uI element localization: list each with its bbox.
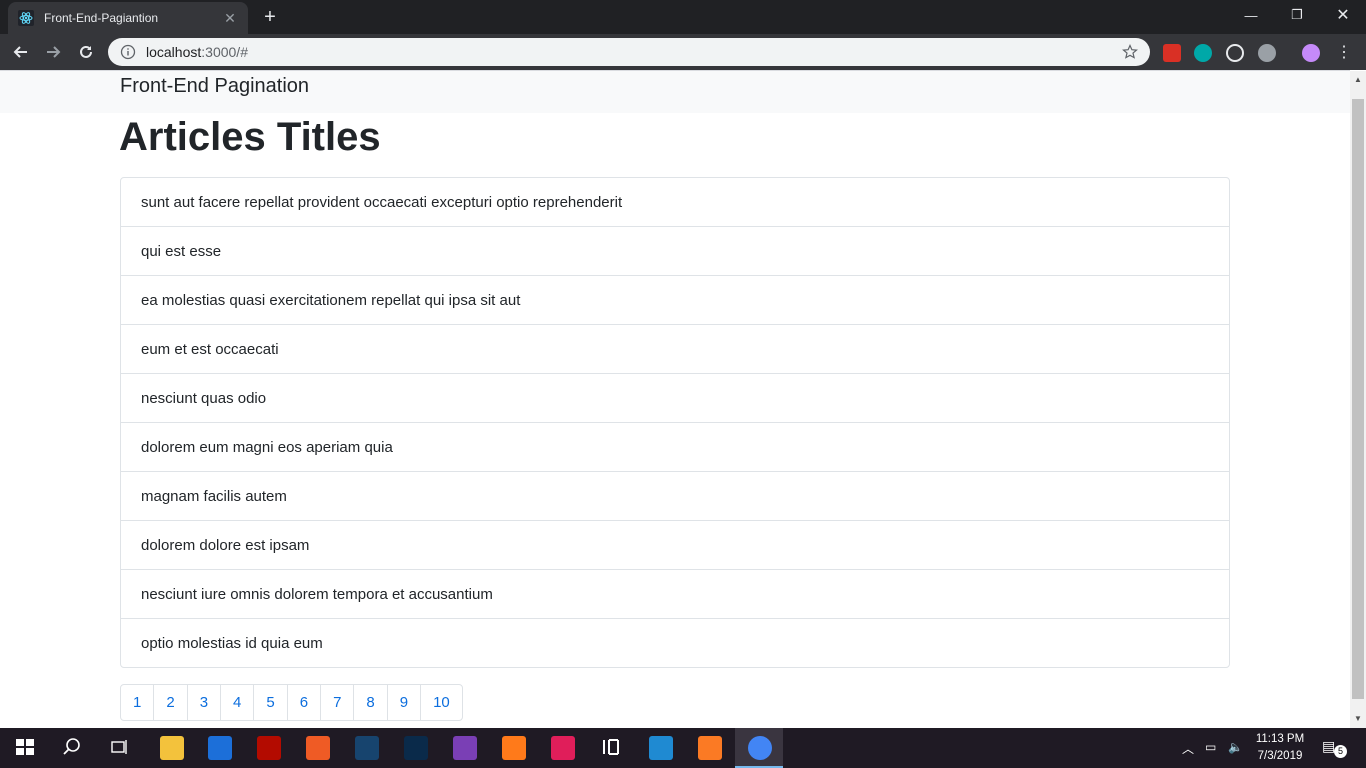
scroll-down-icon[interactable]: ▼ [1350, 712, 1366, 726]
page-link-9[interactable]: 9 [388, 685, 422, 720]
article-list-item[interactable]: sunt aut facere repellat provident occae… [121, 178, 1229, 227]
profile-avatar[interactable] [1302, 44, 1320, 62]
task-view-icon[interactable] [108, 736, 132, 760]
browser-tab[interactable]: Front-End-Pagiantion ✕ [8, 2, 248, 34]
slack-icon[interactable] [551, 736, 575, 760]
react-icon [18, 10, 34, 26]
navbar-brand[interactable]: Front-End Pagination [120, 75, 309, 98]
browser-toolbar: localhost:3000/# ⋮ [0, 34, 1366, 70]
article-list-item[interactable]: nesciunt iure omnis dolorem tempora et a… [121, 570, 1229, 619]
page-title: Articles Titles [119, 115, 381, 159]
page-link-1[interactable]: 1 [121, 685, 155, 720]
reload-icon[interactable] [73, 40, 99, 64]
article-list-item[interactable]: ea molestias quasi exercitationem repell… [121, 276, 1229, 325]
postman-icon[interactable] [306, 736, 330, 760]
page-link-4[interactable]: 4 [221, 685, 255, 720]
new-tab-button[interactable]: + [258, 6, 282, 30]
security-icon[interactable] [208, 736, 232, 760]
address-bar[interactable]: localhost:3000/# [108, 38, 1150, 66]
page-link-2[interactable]: 2 [154, 685, 188, 720]
article-list-item[interactable]: dolorem eum magni eos aperiam quia [121, 423, 1229, 472]
menu-dots-icon[interactable]: ⋮ [1336, 44, 1352, 62]
web-page: Front-End Pagination Articles Titles sun… [0, 71, 1350, 728]
article-list-item[interactable]: eum et est occaecati [121, 325, 1229, 374]
volume-icon[interactable]: 🔈 [1228, 740, 1243, 754]
article-list-item[interactable]: magnam facilis autem [121, 472, 1229, 521]
extension-gray-icon[interactable] [1258, 44, 1276, 62]
chrome-icon[interactable] [748, 736, 772, 760]
extension-red-icon[interactable] [1163, 44, 1181, 62]
extension-m-icon[interactable] [1194, 44, 1212, 62]
search-icon[interactable] [61, 736, 85, 760]
file-explorer-icon[interactable] [160, 736, 184, 760]
taskbar-clock[interactable]: 11:13 PM 7/3/2019 [1248, 731, 1312, 765]
back-icon[interactable] [8, 40, 34, 64]
notification-badge: 5 [1334, 745, 1347, 758]
forward-icon[interactable] [40, 40, 66, 64]
vscode-icon[interactable] [649, 736, 673, 760]
tab-title: Front-End-Pagiantion [44, 11, 159, 25]
article-list-item[interactable]: dolorem dolore est ipsam [121, 521, 1229, 570]
extension-target-icon[interactable] [1226, 44, 1244, 62]
notification-icon[interactable]: ▤ 5 [1322, 738, 1347, 758]
page-scrollbar[interactable]: ▲ ▼ [1350, 71, 1366, 728]
url-text: localhost:3000/# [146, 44, 1122, 60]
battery-icon[interactable]: ▭ [1205, 740, 1216, 754]
figma-icon[interactable] [600, 736, 624, 760]
clock-time: 11:13 PM [1255, 733, 1305, 745]
photoshop-icon[interactable] [404, 736, 428, 760]
page-link-3[interactable]: 3 [188, 685, 222, 720]
pagination: 1 2 3 4 5 6 7 8 9 10 [120, 684, 463, 721]
restore-icon[interactable]: ❐ [1274, 0, 1320, 30]
page-link-10[interactable]: 10 [421, 685, 462, 720]
url-path: :3000/# [201, 44, 248, 60]
url-host: localhost [146, 44, 202, 60]
page-link-8[interactable]: 8 [354, 685, 388, 720]
navbar: Front-End Pagination [0, 71, 1350, 113]
firefox-icon[interactable] [502, 736, 526, 760]
page-link-7[interactable]: 7 [321, 685, 355, 720]
close-window-icon[interactable]: ✕ [1320, 0, 1366, 30]
article-list-item[interactable]: nesciunt quas odio [121, 374, 1229, 423]
page-link-5[interactable]: 5 [254, 685, 288, 720]
article-list: sunt aut facere repellat provident occae… [120, 177, 1230, 668]
scroll-thumb[interactable] [1352, 99, 1364, 699]
info-icon[interactable] [120, 44, 136, 60]
scroll-up-icon[interactable]: ▲ [1350, 73, 1366, 87]
visual-studio-icon[interactable] [453, 736, 477, 760]
windows-taskbar: ︿ ▭ 🔈 11:13 PM 7/3/2019 ▤ 5 [0, 728, 1366, 768]
xampp-icon[interactable] [698, 736, 722, 760]
close-tab-icon[interactable]: ✕ [222, 10, 238, 26]
minimize-icon[interactable]: — [1228, 0, 1274, 30]
browser-tab-bar: Front-End-Pagiantion ✕ + — ❐ ✕ [0, 0, 1366, 34]
mysql-workbench-icon[interactable] [355, 736, 379, 760]
page-link-6[interactable]: 6 [288, 685, 322, 720]
clock-date: 7/3/2019 [1257, 750, 1303, 762]
acrobat-icon[interactable] [257, 736, 281, 760]
bookmark-star-icon[interactable] [1122, 44, 1138, 60]
start-icon[interactable] [14, 736, 38, 760]
article-list-item[interactable]: qui est esse [121, 227, 1229, 276]
article-list-item[interactable]: optio molestias id quia eum [121, 619, 1229, 667]
tray-chevron-icon[interactable]: ︿ [1182, 740, 1194, 757]
